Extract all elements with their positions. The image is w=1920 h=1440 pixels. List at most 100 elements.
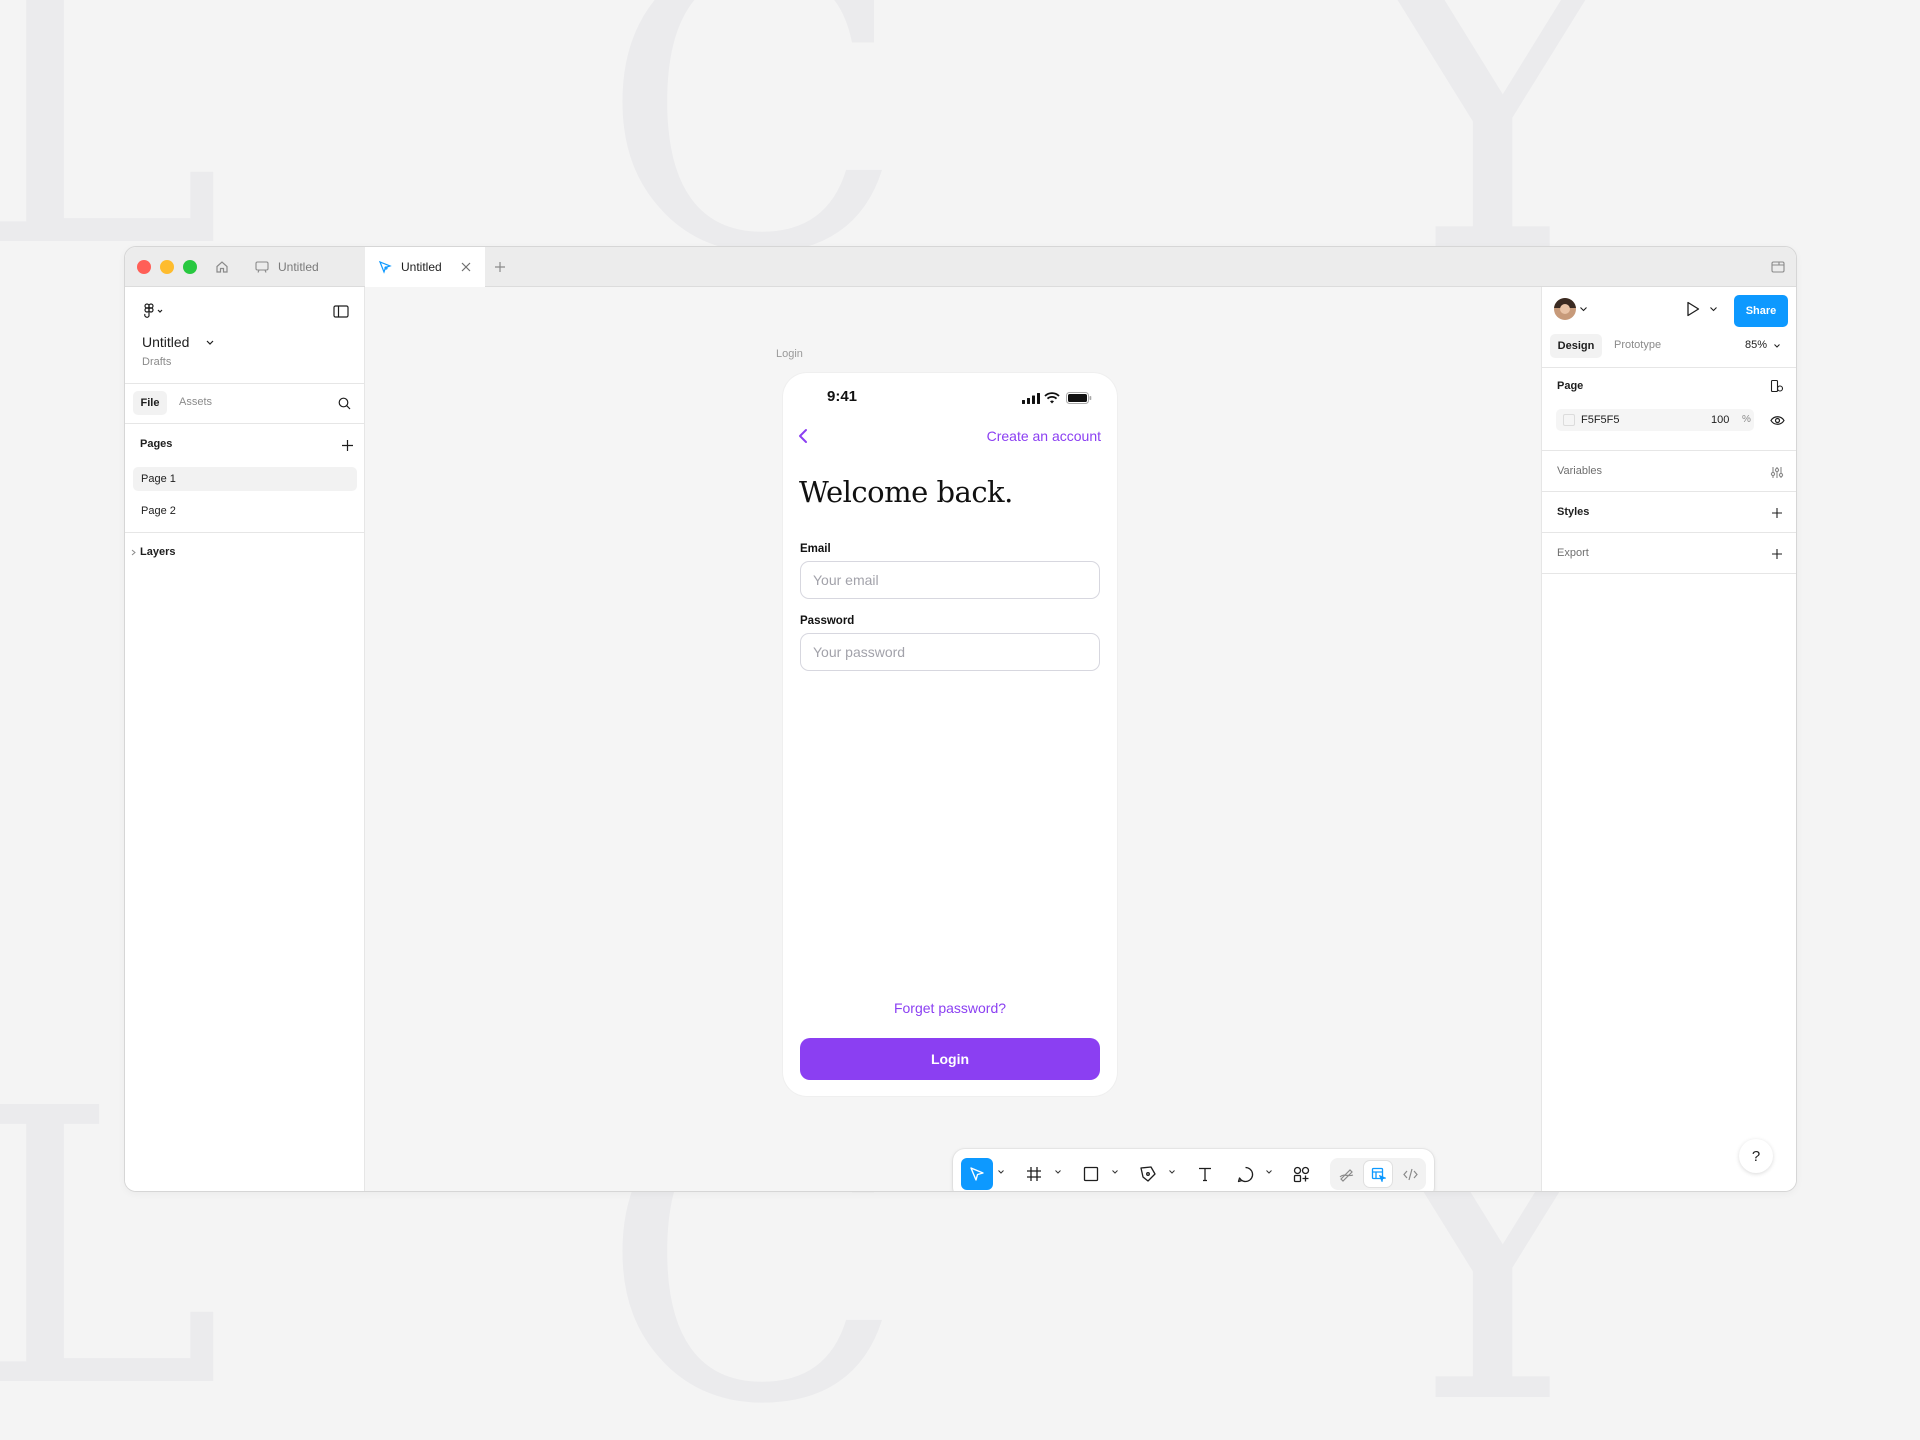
chevron-down-icon[interactable] [206,340,214,346]
close-tab-icon[interactable] [461,262,471,272]
mode-switcher [1330,1158,1426,1190]
page-color-field[interactable]: F5F5F5 100 % [1556,409,1754,431]
text-icon [1199,1167,1211,1182]
zoom-window-button[interactable] [183,260,197,274]
draw-icon [1339,1168,1353,1182]
page-item-page-1[interactable]: Page 1 [133,467,357,491]
chevron-down-icon[interactable] [1710,307,1717,312]
window-icon [1771,261,1785,273]
present-button[interactable] [1683,298,1703,320]
wifi-icon [1044,392,1060,404]
divider [1542,491,1796,492]
actions-button[interactable] [1285,1158,1317,1190]
chevron-left-icon [799,429,807,443]
design-mode-button[interactable] [1364,1161,1392,1187]
divider [125,532,365,533]
tab-design-label: Design [1557,340,1595,352]
page-color-hex: F5F5F5 [1581,414,1620,426]
create-account-link[interactable]: Create an account [987,428,1101,444]
new-tab-button[interactable] [491,258,509,276]
open-variables-button[interactable] [1768,463,1786,481]
back-button[interactable] [793,425,813,447]
divider [1542,573,1796,574]
right-panel: Share Design Prototype 85% Page F5F5F5 1… [1541,287,1796,1191]
tab-prototype[interactable]: Prototype [1614,339,1661,351]
file-name[interactable]: Untitled [142,334,189,350]
page-styles-icon [1770,379,1784,393]
email-field[interactable]: Your email [800,561,1100,599]
tab-label: Untitled [401,260,442,274]
close-window-button[interactable] [137,260,151,274]
add-export-button[interactable] [1768,545,1786,563]
login-button[interactable]: Login [800,1038,1100,1080]
chevron-down-icon[interactable] [1580,307,1587,312]
layers-heading[interactable]: Layers [140,546,175,558]
minimize-window-button[interactable] [160,260,174,274]
components-icon [1293,1166,1309,1182]
comment-tool-button[interactable] [1229,1158,1261,1190]
main-menu-button[interactable] [139,301,169,321]
tab-file-label: File [140,397,160,409]
dev-mode-button[interactable] [1396,1161,1424,1187]
pages-heading: Pages [140,438,173,450]
tab-design[interactable]: Design [1550,334,1602,358]
chevron-down-icon[interactable] [1112,1170,1118,1174]
zoom-level[interactable]: 85% [1745,339,1767,351]
comment-icon [1237,1166,1253,1182]
text-tool-button[interactable] [1189,1158,1221,1190]
chevron-down-icon[interactable] [1169,1170,1175,1174]
whiteboard-icon [255,261,269,273]
page-item-label: Page 2 [141,505,176,517]
tab-whiteboard[interactable]: Untitled [243,247,363,287]
share-button[interactable]: Share [1734,295,1788,327]
tab-design-file[interactable]: Untitled [365,247,485,287]
divider [1542,532,1796,533]
canvas[interactable]: Login 9:41 Create an account Welcome bac… [365,287,1543,1191]
chevron-down-icon[interactable] [998,1170,1004,1174]
chevron-down-icon[interactable] [1266,1170,1272,1174]
toggle-visibility-button[interactable] [1768,411,1786,429]
color-swatch[interactable] [1563,414,1575,426]
tab-file[interactable]: File [133,391,167,415]
help-label: ? [1751,1147,1761,1165]
plus-icon [341,439,353,451]
pen-tool-button[interactable] [1132,1158,1164,1190]
frame-tool-button[interactable] [1018,1158,1050,1190]
chevron-down-icon[interactable] [1055,1170,1061,1174]
page-section-heading: Page [1557,380,1584,392]
frame-icon [1027,1167,1041,1181]
eye-icon [1769,415,1785,425]
app-window: Untitled Untitled Untitled Drafts File A… [124,246,1797,1192]
window-layout-button[interactable] [1768,257,1788,277]
welcome-heading: Welcome back. [799,475,1013,509]
frame-label[interactable]: Login [776,348,803,360]
divider [125,423,365,424]
move-tool-button[interactable] [961,1158,993,1190]
cellular-signal-icon [1022,393,1040,404]
file-location[interactable]: Drafts [142,356,171,368]
export-heading: Export [1557,547,1589,559]
draw-mode-button[interactable] [1332,1161,1360,1187]
add-style-button[interactable] [1768,504,1786,522]
page-item-page-2[interactable]: Page 2 [133,499,357,523]
plus-icon [495,262,505,272]
chevron-down-icon[interactable] [1774,344,1780,348]
search-button[interactable] [335,394,353,412]
add-page-button[interactable] [339,437,355,453]
variables-heading: Variables [1557,465,1603,477]
tab-assets[interactable]: Assets [179,396,212,408]
help-button[interactable]: ? [1739,1139,1773,1173]
login-frame[interactable]: 9:41 Create an account Welcome back. Ema… [783,373,1117,1096]
avatar[interactable] [1554,298,1576,320]
password-label: Password [800,615,855,627]
divider [1542,450,1796,451]
forgot-password-link[interactable]: Forget password? [783,1000,1117,1016]
divider [1542,367,1796,368]
shape-tool-button[interactable] [1075,1158,1107,1190]
left-panel: Untitled Drafts File Assets Pages Page 1… [125,287,365,1191]
page-settings-button[interactable] [1768,377,1786,395]
password-field[interactable]: Your password [800,633,1100,671]
chevron-right-icon[interactable] [131,549,136,556]
toggle-sidebar-button[interactable] [330,301,352,321]
home-button[interactable] [211,257,233,277]
